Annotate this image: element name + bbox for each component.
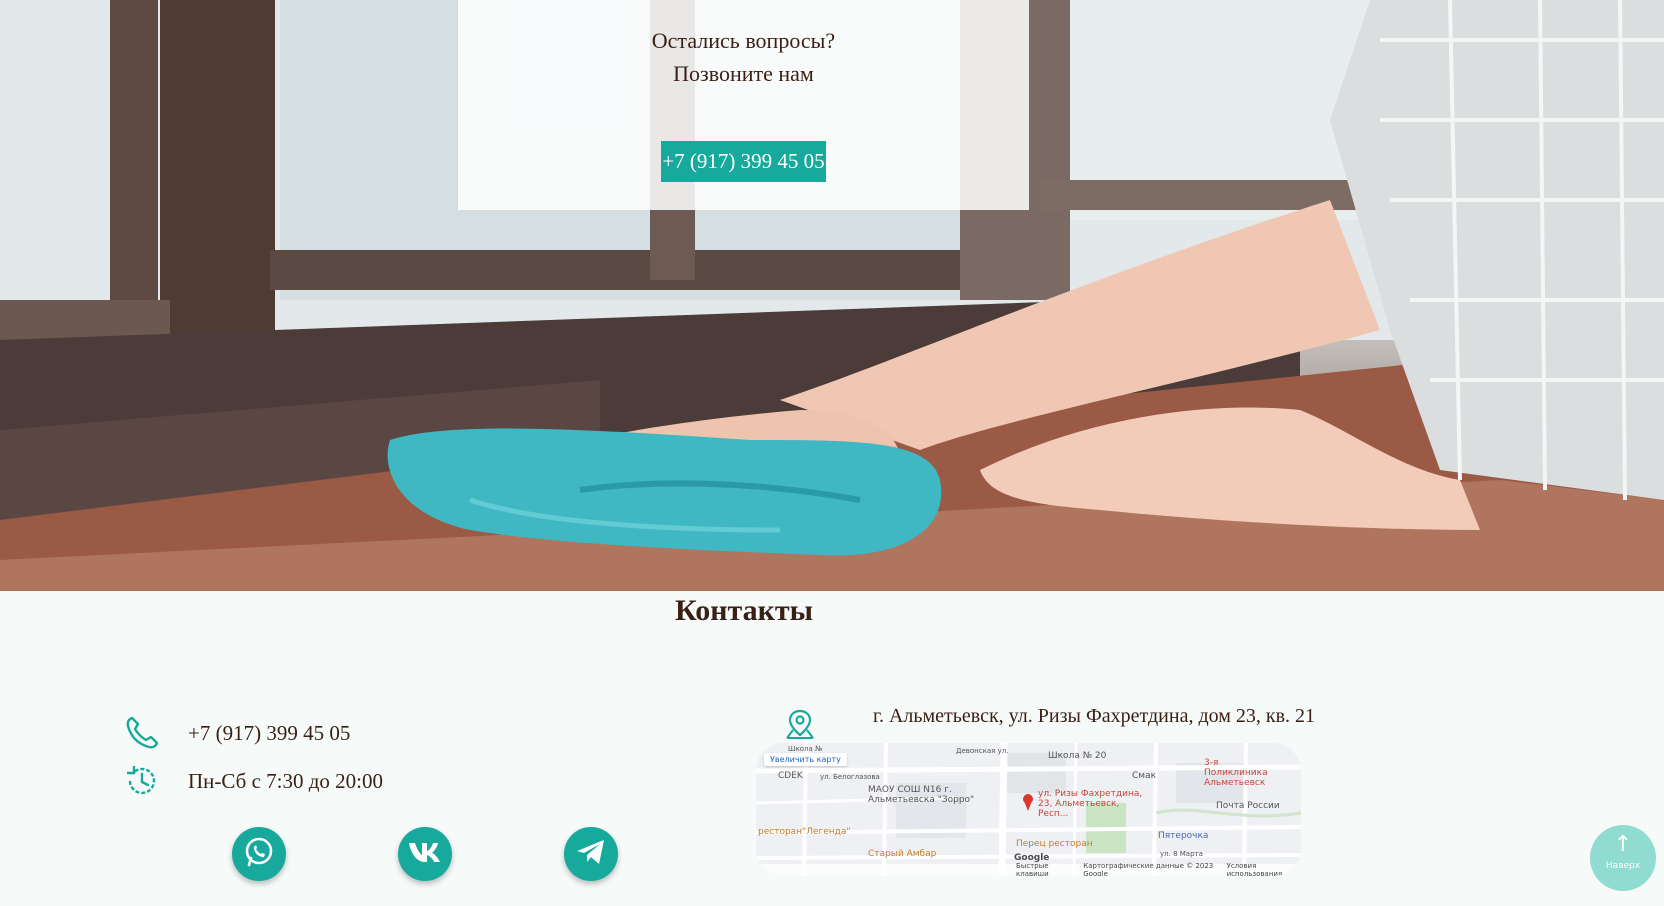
scroll-to-top-label: Наверх (1605, 861, 1641, 871)
map-street-belog: ул. Белоглазова (820, 773, 880, 781)
map-label-clinic: 3-я Поликлиника Альметьевск (1204, 758, 1268, 788)
map-label-school16: МАОУ СОШ N16 г. Альметьевска "Зорро" (868, 785, 975, 805)
map-label-perec: Перец ресторан (1016, 839, 1093, 849)
map-street-devon: Девонская ул. (956, 747, 1009, 755)
location-pin-icon (784, 708, 816, 745)
map-terms-link[interactable]: Условия использования (1227, 862, 1301, 876)
arrow-up-icon: ↑ (1613, 832, 1633, 857)
telegram-icon (575, 838, 607, 871)
map-label-school20: Школа № 20 (1048, 751, 1107, 761)
enlarge-map-link[interactable]: Увеличить карту (764, 753, 847, 766)
map-label-pochta: Почта России (1216, 801, 1280, 811)
call-phone-button[interactable]: +7 (917) 399 45 05 (661, 141, 826, 182)
google-map[interactable]: Увеличить карту Школа № 20 3-я Поликлини… (756, 743, 1301, 876)
scroll-to-top-button[interactable]: ↑ Наверх (1590, 825, 1656, 891)
map-label-ambar: Старый Амбар (868, 849, 937, 859)
vk-button[interactable] (398, 827, 452, 881)
vk-icon (408, 841, 442, 868)
map-label-legenda: ресторан"Легенда" (758, 827, 851, 837)
phone-icon (124, 715, 160, 751)
telegram-button[interactable] (564, 827, 618, 881)
contact-address: г. Альметьевск, ул. Ризы Фахретдина, дом… (873, 705, 1316, 727)
map-data-credit: Картографические данные © 2023 Google (1083, 862, 1214, 876)
clock-history-icon (124, 763, 160, 799)
hero-banner: Остались вопросы? Позвоните нам +7 (917)… (0, 0, 1664, 591)
map-label-cdek: CDEK (778, 771, 803, 781)
map-street-march: ул. 8 Марта (1160, 850, 1203, 858)
map-label-pyaterochka: Пятерочка (1158, 831, 1209, 841)
map-label-pin-address: ул. Ризы Фахретдина, 23, Альметьевск, Ре… (1038, 789, 1143, 819)
map-shortcuts-link[interactable]: Быстрые клавиши (1016, 862, 1073, 876)
callout-call-us: Позвоните нам (673, 61, 814, 86)
callout-question: Остались вопросы? (651, 28, 836, 53)
whatsapp-button[interactable] (232, 827, 286, 881)
contact-phone[interactable]: +7 (917) 399 45 05 (188, 721, 350, 746)
contact-phone-row[interactable]: +7 (917) 399 45 05 (124, 715, 350, 751)
map-label-school-top: Школа № (788, 745, 823, 753)
map-footer: Быстрые клавиши Картографические данные … (756, 862, 1301, 876)
map-label-smak: Смак (1132, 771, 1157, 781)
whatsapp-icon (242, 835, 276, 874)
contacts-title: Контакты (674, 594, 814, 627)
contact-hours-row: Пн-Сб с 7:30 до 20:00 (124, 763, 383, 799)
contact-hours: Пн-Сб с 7:30 до 20:00 (188, 768, 384, 793)
